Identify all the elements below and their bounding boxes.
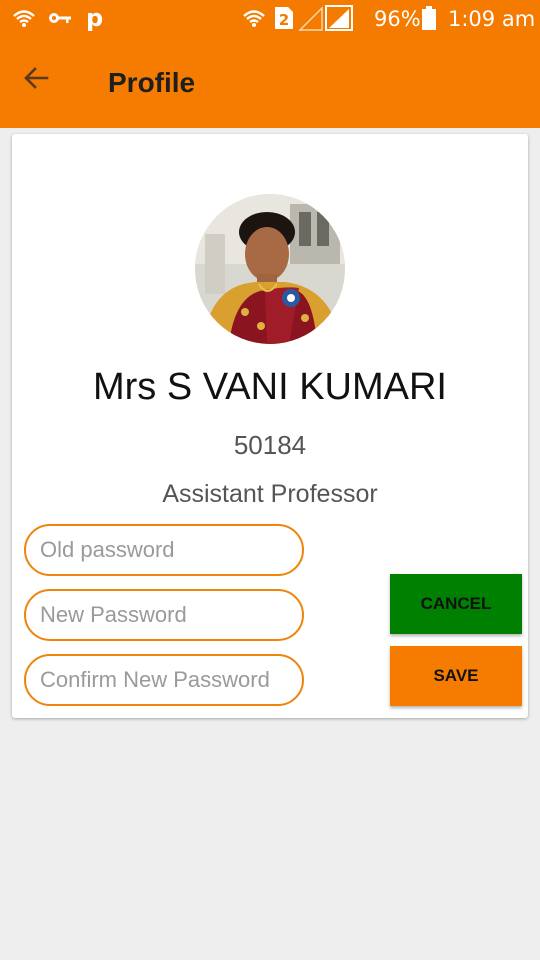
profile-name: Mrs S VANI KUMARI xyxy=(93,366,447,408)
confirm-password-input[interactable] xyxy=(24,654,304,706)
battery-icon xyxy=(422,6,436,35)
back-button[interactable] xyxy=(18,62,54,98)
wifi-calling-icon xyxy=(242,8,266,33)
employee-id: 50184 xyxy=(233,430,307,460)
new-password-input[interactable] xyxy=(24,589,304,641)
old-password-input[interactable] xyxy=(24,524,304,576)
sim-number: 2 xyxy=(279,11,289,29)
page-title: Profile xyxy=(108,67,196,98)
save-button[interactable]: SAVE xyxy=(390,646,522,706)
designation: Assistant Professor xyxy=(162,480,378,508)
cancel-button[interactable]: CANCEL xyxy=(390,574,522,634)
sim-2-icon: 2 xyxy=(274,6,294,35)
signal-icon xyxy=(298,5,354,36)
clock-time: 1:09 am xyxy=(448,7,536,31)
avatar xyxy=(195,194,345,344)
wifi-icon xyxy=(12,8,36,33)
p-app-icon: p xyxy=(86,4,104,32)
battery-percent: 96% xyxy=(374,7,421,31)
app-bar: Profile xyxy=(0,38,540,128)
arrow-left-icon xyxy=(23,66,49,94)
key-icon xyxy=(48,10,72,31)
profile-card: Mrs S VANI KUMARI 50184 Assistant Profes… xyxy=(12,134,528,718)
status-bar: p 2 96% 1:09 am xyxy=(0,0,540,38)
